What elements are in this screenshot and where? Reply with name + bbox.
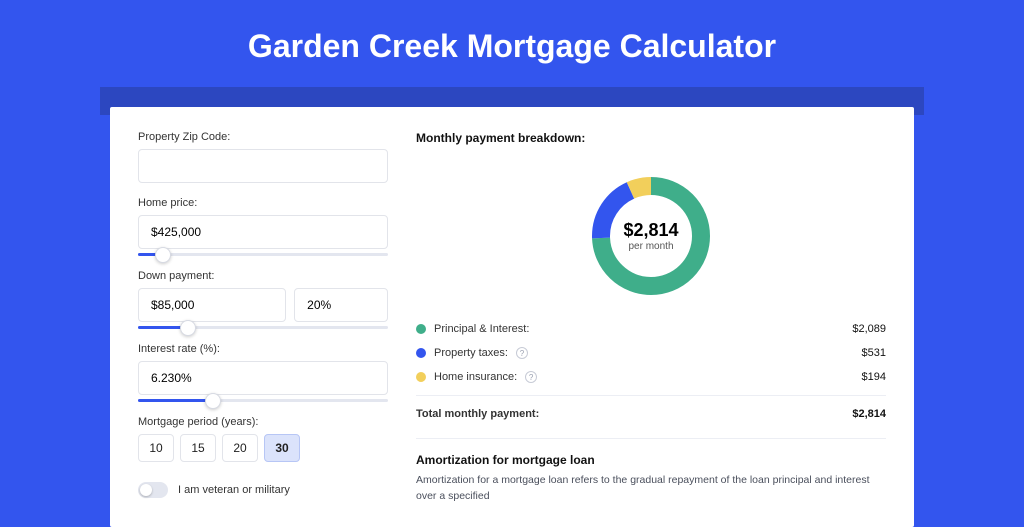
period-option-30[interactable]: 30 (264, 434, 300, 462)
breakdown-total-row: Total monthly payment: $2,814 (416, 395, 886, 420)
interest-rate-slider[interactable] (138, 399, 388, 402)
info-icon[interactable]: ? (525, 371, 537, 383)
amortization-title: Amortization for mortgage loan (416, 453, 886, 467)
breakdown-item-amount: $531 (862, 347, 886, 359)
interest-rate-slider-fill (138, 399, 213, 402)
veteran-label: I am veteran or military (178, 484, 290, 496)
period-option-10[interactable]: 10 (138, 434, 174, 462)
home-price-slider[interactable] (138, 253, 388, 256)
veteran-toggle[interactable] (138, 482, 168, 498)
zip-label: Property Zip Code: (138, 131, 388, 143)
breakdown-title: Monthly payment breakdown: (416, 131, 886, 145)
zip-input[interactable] (138, 149, 388, 183)
legend-dot (416, 324, 426, 334)
breakdown-item-name: Property taxes: (434, 347, 508, 359)
calculator-panel: Property Zip Code: Home price: Down paym… (110, 107, 914, 527)
amortization-section: Amortization for mortgage loan Amortizat… (416, 438, 886, 505)
breakdown-column: Monthly payment breakdown: $2,814 per mo… (416, 131, 886, 487)
inputs-column: Property Zip Code: Home price: Down paym… (138, 131, 388, 487)
info-icon[interactable]: ? (516, 347, 528, 359)
interest-rate-slider-thumb[interactable] (205, 393, 221, 409)
breakdown-item-amount: $194 (862, 371, 886, 383)
down-payment-pct-input[interactable] (294, 288, 388, 322)
page-title: Garden Creek Mortgage Calculator (0, 0, 1024, 87)
donut-center-label: per month (628, 241, 673, 252)
payment-donut-chart: $2,814 per month (586, 171, 716, 301)
home-price-input[interactable] (138, 215, 388, 249)
legend-dot (416, 372, 426, 382)
interest-rate-field: Interest rate (%): (138, 343, 388, 402)
down-payment-label: Down payment: (138, 270, 388, 282)
breakdown-list: Principal & Interest: $2,089 Property taxe… (416, 323, 886, 420)
mortgage-period-label: Mortgage period (years): (138, 416, 388, 428)
interest-rate-input[interactable] (138, 361, 388, 395)
period-option-20[interactable]: 20 (222, 434, 258, 462)
mortgage-period-field: Mortgage period (years): 10152030 (138, 416, 388, 462)
period-option-15[interactable]: 15 (180, 434, 216, 462)
breakdown-total-label: Total monthly payment: (416, 408, 539, 420)
down-payment-slider[interactable] (138, 326, 388, 329)
breakdown-row: Home insurance:? $194 (416, 371, 886, 383)
donut-wrap: $2,814 per month (416, 163, 886, 305)
legend-dot (416, 348, 426, 358)
breakdown-row: Principal & Interest: $2,089 (416, 323, 886, 335)
down-payment-input[interactable] (138, 288, 286, 322)
down-payment-field: Down payment: (138, 270, 388, 329)
mortgage-period-options: 10152030 (138, 434, 388, 462)
breakdown-item-name: Home insurance: (434, 371, 517, 383)
amortization-body: Amortization for a mortgage loan refers … (416, 473, 886, 505)
breakdown-item-amount: $2,089 (852, 323, 886, 335)
breakdown-row: Property taxes:? $531 (416, 347, 886, 359)
home-price-field: Home price: (138, 197, 388, 256)
down-payment-slider-thumb[interactable] (180, 320, 196, 336)
breakdown-item-name: Principal & Interest: (434, 323, 529, 335)
interest-rate-label: Interest rate (%): (138, 343, 388, 355)
home-price-slider-thumb[interactable] (155, 247, 171, 263)
donut-center-value: $2,814 (623, 220, 678, 241)
veteran-row: I am veteran or military (138, 476, 388, 498)
donut-center: $2,814 per month (586, 171, 716, 301)
home-price-label: Home price: (138, 197, 388, 209)
zip-field: Property Zip Code: (138, 131, 388, 183)
breakdown-total-amount: $2,814 (852, 408, 886, 420)
